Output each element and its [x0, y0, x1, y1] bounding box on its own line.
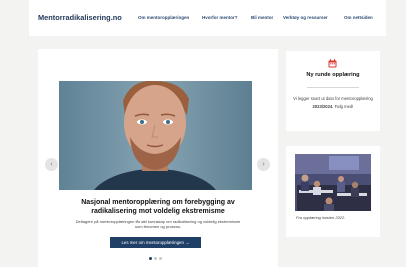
- slide-description: Deltagere på mentoropplæringen får økt k…: [75, 219, 241, 230]
- nav-item-verktoy-og-ressurser[interactable]: Verktøy og ressurser: [283, 15, 328, 20]
- classroom-image: [295, 154, 371, 211]
- calendar-icon: [328, 59, 337, 68]
- hero-slider-card: ‹ › Nasjonal mentoropplæring om forebygg…: [38, 49, 278, 267]
- site-header: Mentorradikalisering.no Om mentoropplæri…: [29, 0, 386, 36]
- photo-caption: Fra opplæring høsten 2022.: [296, 215, 346, 220]
- nav-item-bli-mentor[interactable]: Bli mentor: [251, 15, 273, 20]
- card-text: Vi legger snart ut dato for mentoropplær…: [293, 96, 373, 109]
- card-title: Ny runde opplæring: [306, 72, 360, 78]
- carousel-dot-3[interactable]: [159, 257, 162, 260]
- training-photo-card: Fra opplæring høsten 2022.: [286, 146, 380, 237]
- new-round-card: Ny runde opplæring Vi legger snart ut da…: [286, 51, 380, 131]
- carousel-dot-1[interactable]: [149, 257, 152, 260]
- read-more-button[interactable]: Les mer om mentoropplæringen →: [110, 237, 201, 248]
- training-photo: [295, 154, 371, 211]
- slide-title: Nasjonal mentoropplæring om forebygging …: [81, 199, 235, 215]
- nav-item-om-mentoropplaeringen[interactable]: Om mentoropplæringen: [138, 15, 189, 20]
- carousel-dot-2[interactable]: [154, 257, 157, 260]
- carousel-dots: [149, 257, 162, 260]
- carousel-prev-button[interactable]: ‹: [45, 158, 58, 171]
- portrait-image: [59, 81, 252, 190]
- carousel-next-button[interactable]: ›: [257, 158, 270, 171]
- divider: [307, 87, 359, 88]
- site-logo-link[interactable]: Mentorradikalisering.no: [38, 13, 122, 22]
- hero-image: [59, 81, 252, 190]
- nav-item-om-nettsiden[interactable]: Om nettsiden: [344, 15, 373, 20]
- nav-item-hvorfor-mentor[interactable]: Hvorfor mentor?: [202, 15, 238, 20]
